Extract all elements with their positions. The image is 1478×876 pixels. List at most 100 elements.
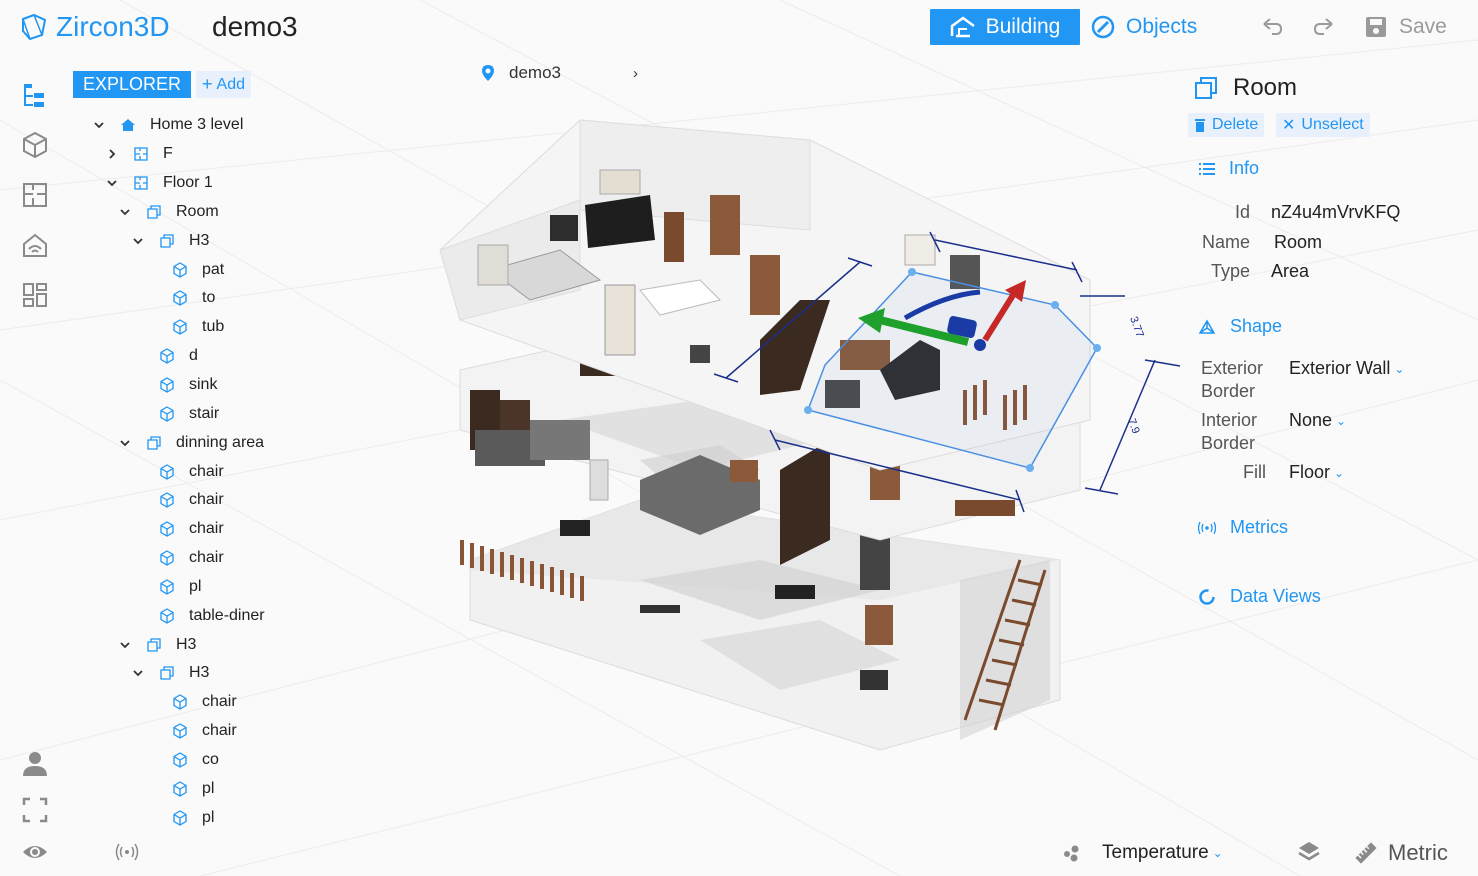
fullscreen-icon[interactable] [21,796,49,824]
zircon-logo-icon [22,13,47,41]
room-icon [159,233,175,249]
save-button[interactable]: Save [1365,9,1447,45]
cube-icon [159,492,175,509]
tree-node[interactable]: chair [90,486,390,515]
layers-icon[interactable] [1297,840,1321,864]
app-logo[interactable]: Zircon3D [20,10,170,44]
dataviews-section-header[interactable]: Data Views [1198,586,1321,607]
chevron-right-icon[interactable] [103,147,121,161]
tree-node-label: F [163,145,173,163]
user-icon[interactable] [21,750,49,778]
tree-node[interactable]: co [90,746,390,775]
add-button[interactable]: + Add [196,71,251,98]
tree-node[interactable]: H3 [90,630,390,659]
chevron-down-icon[interactable] [116,436,134,450]
floor-plan-icon[interactable] [21,181,49,209]
exterior-key-line1: Exterior [1201,358,1264,378]
cube-icon [172,694,188,711]
cube-icon [159,463,175,480]
tree-node-label: dinning area [176,433,265,451]
cube-icon [172,723,188,739]
tree-node[interactable]: chair [90,717,390,746]
tree-node-label: Floor 1 [163,174,213,192]
tree-node[interactable]: Home 3 level [90,111,390,140]
objects-mode-button[interactable]: Objects [1090,9,1197,45]
tree-node[interactable]: pl [90,803,390,832]
delete-label: Delete [1212,116,1259,133]
info-section-header[interactable]: Info [1199,158,1259,179]
dashboard-icon[interactable] [21,281,49,309]
tree-node[interactable]: pl [90,573,390,602]
breadcrumb-item[interactable]: demo3 [509,63,561,83]
tree-node-label: to [202,289,216,307]
tree-node[interactable]: sink [90,371,390,400]
tree-node-label: pl [202,808,215,826]
eye-icon[interactable] [21,838,49,866]
tree-node[interactable]: table-diner [90,601,390,630]
metric-units-button[interactable]: Metric [1354,839,1448,867]
name-value[interactable]: Room [1274,232,1322,253]
breadcrumb: demo3 › [481,62,638,84]
tree-node-label: chair [202,693,237,711]
floor-plan-icon [133,175,149,191]
metrics-section-header[interactable]: Metrics [1198,517,1288,538]
tree-node[interactable]: H3 [90,226,390,255]
fill-key: Fill [1243,462,1266,482]
unselect-button[interactable]: ✕ Unselect [1276,113,1370,137]
building-mode-button[interactable]: Building [930,9,1080,45]
undo-icon[interactable] [1260,16,1284,38]
chevron-down-icon[interactable] [116,205,134,219]
tree-node[interactable]: chair [90,544,390,573]
cube-outline-icon[interactable] [21,131,49,159]
home-wifi-icon[interactable] [21,231,49,259]
tree-node[interactable]: pat [90,255,390,284]
tree-node-label: d [189,347,198,365]
heatmap-dots-icon [1064,845,1079,862]
tree-node-label: Home 3 level [150,116,244,134]
tree-node[interactable]: pl [90,774,390,803]
tree-node[interactable]: F [90,140,390,169]
save-label: Save [1399,15,1447,38]
tree-view-icon[interactable] [21,82,49,110]
chevron-down-icon[interactable] [129,234,147,248]
exterior-border-value: Exterior Wall [1289,358,1391,378]
tree-node[interactable]: stair [90,399,390,428]
shape-section-header[interactable]: Shape [1198,316,1282,337]
tree-node[interactable]: Floor 1 [90,169,390,198]
fill-value: Floor [1289,462,1331,482]
redo-icon[interactable] [1312,16,1336,38]
tree-node-label: Room [176,202,219,220]
explorer-tab[interactable]: EXPLORER [73,71,192,98]
chevron-down-icon: ⌄ [1336,413,1347,428]
info-label: Info [1229,158,1260,178]
tree-node[interactable]: to [90,284,390,313]
delete-button[interactable]: Delete [1188,113,1265,137]
chevron-down-icon[interactable] [129,666,147,680]
tree-node[interactable]: d [90,342,390,371]
tree-node[interactable]: H3 [90,659,390,688]
chevron-down-icon[interactable] [90,118,108,132]
tree-node[interactable]: chair [90,515,390,544]
chevron-down-icon[interactable] [116,638,134,652]
ruler-icon [1355,842,1377,864]
tree-node[interactable]: Room [90,198,390,227]
chevron-down-icon[interactable] [103,176,121,190]
exterior-border-select[interactable]: Exterior Wall ⌄ [1289,358,1404,379]
interior-border-select[interactable]: None ⌄ [1289,410,1346,431]
app-window: 3.77 7.9 Zircon3D demo3 Building Objects [0,0,1478,876]
fill-select[interactable]: Floor ⌄ [1289,462,1344,483]
tree-node[interactable]: dinning area [90,428,390,457]
floor-level-1[interactable] [460,499,1061,751]
edit-circle-icon [1091,15,1115,39]
metrics-label: Metrics [1230,517,1288,537]
tree-node[interactable]: tub [90,313,390,342]
interior-border-value: None [1289,410,1333,430]
sensor-signal-icon[interactable] [115,843,139,861]
temperature-select[interactable]: Temperature ⌄ [1062,839,1223,867]
tree-node[interactable]: chair [90,457,390,486]
room-icon [146,204,162,220]
home-outline-icon [950,16,975,38]
dimension-label-width: 3.77 [1127,315,1146,339]
tree-node[interactable]: chair [90,688,390,717]
chevron-right-icon[interactable]: › [633,65,638,82]
